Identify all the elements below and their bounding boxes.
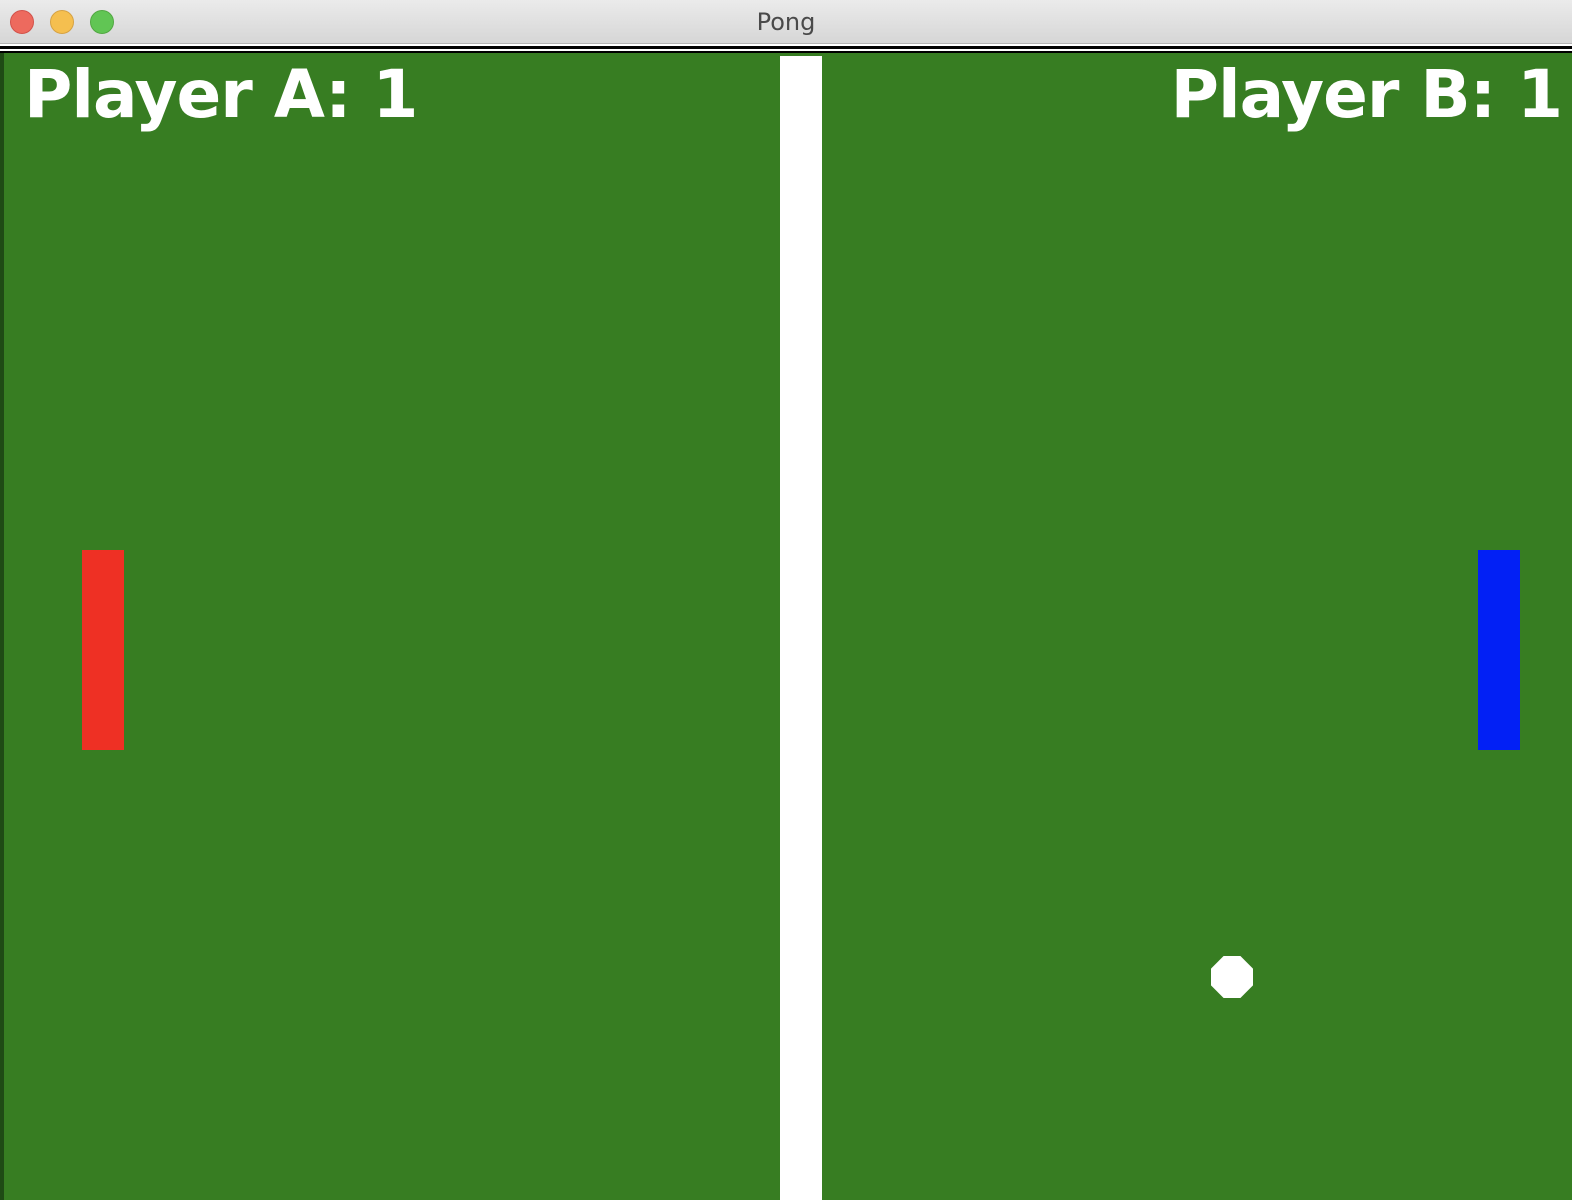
title-bar[interactable]: Pong [0, 0, 1572, 44]
player-b-score: Player B: 1 [1170, 56, 1563, 133]
ball [1211, 956, 1253, 998]
player-a-score: Player A: 1 [24, 56, 418, 133]
player-b-paddle [1478, 550, 1520, 750]
game-window: Pong Player A: 1 Player B: 1 [0, 0, 1572, 1200]
center-net [780, 56, 822, 1200]
title-divider [0, 46, 1572, 49]
game-court[interactable]: Player A: 1 Player B: 1 [0, 53, 1572, 1200]
window-title: Pong [756, 8, 816, 36]
player-a-paddle [82, 550, 124, 750]
